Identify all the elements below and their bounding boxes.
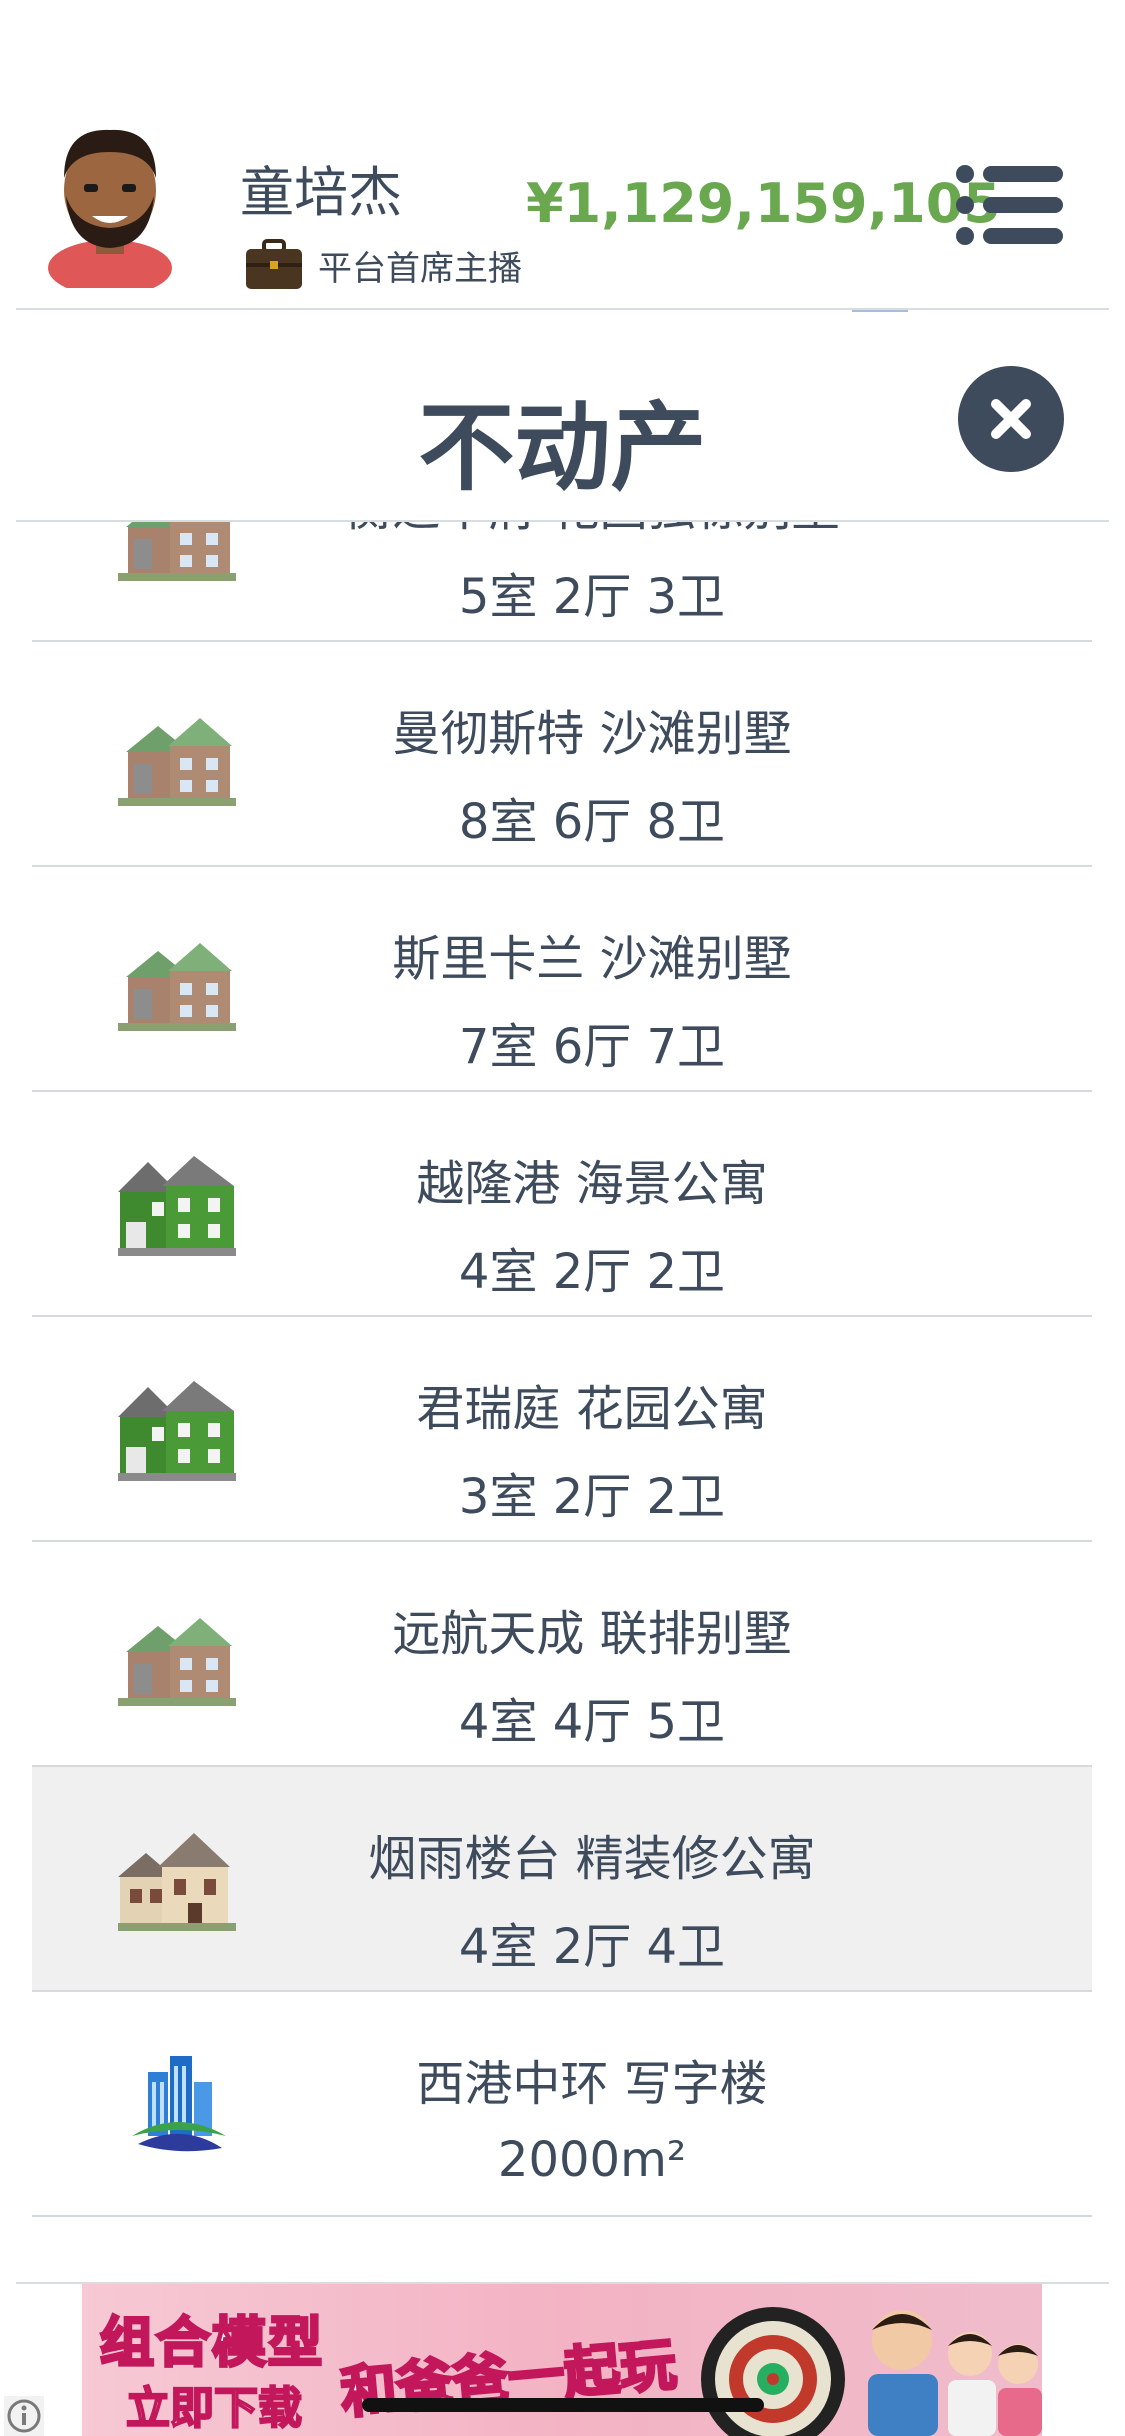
balance-amount: ¥1,129,159,105 — [526, 172, 1001, 235]
property-name: 曼彻斯特 沙滩别墅 — [392, 706, 792, 762]
property-name: 西港中环 写字楼 — [416, 2056, 768, 2112]
property-name: 斯里卡兰 沙滩别墅 — [392, 931, 792, 987]
property-row[interactable]: 西港中环 写字楼 2000m² — [32, 1992, 1092, 2217]
close-button[interactable] — [958, 366, 1064, 472]
avatar[interactable] — [40, 118, 180, 288]
info-icon[interactable] — [4, 2396, 44, 2436]
ad-banner[interactable]: 组合模型 立即下载 和爸爸一起玩 — [82, 2284, 1042, 2436]
property-row[interactable]: 君瑞庭 花园公寓 3室 2厅 2卫 — [32, 1317, 1092, 1542]
header-divider — [16, 308, 1109, 310]
property-name: 君瑞庭 花园公寓 — [416, 1381, 768, 1437]
profile-header: 童培杰 平台首席主播 ¥1,129,159,105 — [0, 0, 1125, 310]
menu-icon[interactable] — [955, 160, 1065, 250]
home-indicator[interactable] — [362, 2398, 764, 2412]
property-name: 越隆港 海景公寓 — [416, 1156, 768, 1212]
property-layout: 3室 2厅 2卫 — [458, 1469, 726, 1525]
user-title: 平台首席主播 — [318, 248, 522, 289]
property-row[interactable]: 远航天成 联排别墅 4室 4厅 5卫 — [32, 1542, 1092, 1767]
property-layout: 7室 6厅 7卫 — [458, 1019, 726, 1075]
property-row[interactable]: 曼彻斯特 沙滩别墅 8室 6厅 8卫 — [32, 642, 1092, 867]
property-layout: 4室 2厅 4卫 — [458, 1919, 726, 1975]
ad-headline: 组合模型 — [99, 2310, 324, 2376]
briefcase-icon — [246, 239, 302, 289]
property-row-selected[interactable]: 烟雨楼台 精装修公寓 4室 2厅 4卫 — [32, 1767, 1092, 1992]
user-name: 童培杰 — [240, 161, 402, 224]
property-layout: 5室 2厅 3卫 — [458, 569, 726, 625]
property-layout: 4室 4厅 5卫 — [458, 1694, 726, 1750]
property-row[interactable]: 衡达华府 花园独栋别墅 5室 2厅 3卫 — [32, 522, 1092, 642]
property-layout: 4室 2厅 2卫 — [458, 1244, 726, 1300]
close-icon — [991, 399, 1031, 439]
ad-slogan: 和爸爸一起玩 — [337, 2331, 680, 2428]
property-list[interactable]: 衡达华府 花园独栋别墅 5室 2厅 3卫 曼彻斯特 沙滩别墅 8室 6厅 8卫 — [32, 522, 1092, 2252]
property-row[interactable]: 斯里卡兰 沙滩别墅 7室 6厅 7卫 — [32, 867, 1092, 1092]
ad-download-label: 立即下载 — [125, 2382, 303, 2435]
property-name: 远航天成 联排别墅 — [392, 1606, 792, 1662]
property-name: 衡达华府 花园独栋别墅 — [162, 522, 1022, 539]
family-photo-icon — [868, 2310, 1042, 2436]
user-title-row: 平台首席主播 — [244, 238, 522, 292]
property-row[interactable]: 越隆港 海景公寓 4室 2厅 2卫 — [32, 1092, 1092, 1317]
panel-title: 不动产 — [418, 392, 707, 504]
dartboard-icon — [701, 2307, 845, 2436]
property-layout: 2000m² — [497, 2132, 687, 2188]
property-name: 烟雨楼台 精装修公寓 — [368, 1831, 816, 1887]
property-layout: 8室 6厅 8卫 — [458, 794, 726, 850]
